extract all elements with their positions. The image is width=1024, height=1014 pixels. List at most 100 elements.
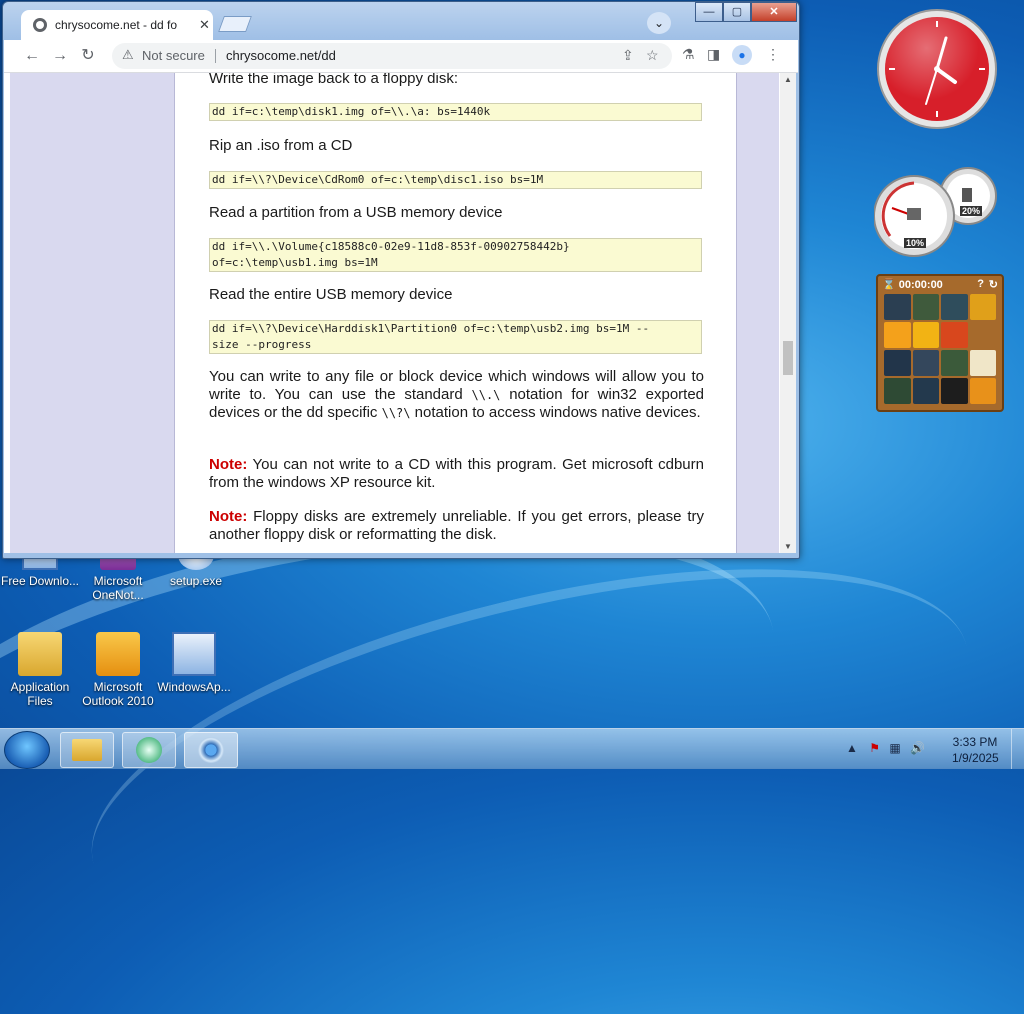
close-button[interactable]: ✕ — [751, 2, 797, 22]
text: Floppy disks are extremely unreliable. I… — [209, 508, 704, 543]
date-text: 1/9/2025 — [952, 751, 999, 765]
text: notation to access windows native device… — [410, 404, 701, 421]
taskbar: ▲ ⚑ ▦ 🔊 3:33 PM 1/9/2025 — [0, 728, 1024, 769]
page-content: Write the image back to a floppy disk: d… — [4, 73, 780, 553]
puzzle-tile[interactable] — [912, 350, 939, 376]
side-panel-icon[interactable]: ◨ — [707, 46, 720, 63]
note-label: Note: — [209, 456, 248, 473]
note-floppy: Note: Floppy disks are extremely unrelia… — [209, 508, 704, 544]
divider — [215, 49, 216, 63]
vertical-scrollbar[interactable]: ▲ ▼ — [780, 73, 796, 553]
inline-code: \\?\ — [381, 406, 411, 420]
code-block: dd if=\\?\Device\CdRom0 of=c:\temp\disc1… — [209, 171, 702, 189]
start-button[interactable] — [4, 731, 50, 769]
puzzle-tile[interactable] — [969, 294, 996, 320]
bookmark-star-icon[interactable]: ☆ — [646, 47, 659, 64]
outlook-icon — [96, 632, 140, 676]
note-cd: Note: You can not write to a CD with thi… — [209, 456, 704, 492]
puzzle-tile[interactable] — [969, 378, 996, 404]
taskbar-chrome[interactable] — [184, 732, 238, 768]
scroll-up-arrow-icon[interactable]: ▲ — [784, 75, 792, 84]
tab-title: chrysocome.net - dd fo — [55, 18, 178, 32]
text: You can not write to a CD with this prog… — [209, 456, 704, 491]
show-hidden-icons-icon[interactable]: ▲ — [846, 741, 858, 755]
desktop-icon-outlook[interactable]: Microsoft Outlook 2010 — [78, 632, 158, 708]
forward-arrow-icon[interactable]: → — [48, 44, 72, 68]
puzzle-tile[interactable] — [884, 350, 911, 376]
show-desktop-button[interactable] — [1011, 729, 1024, 769]
puzzle-tile[interactable] — [941, 378, 968, 404]
puzzle-empty-slot[interactable] — [969, 322, 996, 348]
minimize-button[interactable]: — — [695, 2, 723, 22]
puzzle-tile[interactable] — [941, 322, 968, 348]
warning-triangle-icon[interactable]: ⚠ — [122, 47, 134, 63]
profile-avatar-icon[interactable]: ● — [732, 45, 752, 65]
puzzle-tile[interactable] — [884, 294, 911, 320]
security-status[interactable]: Not secure — [142, 48, 205, 63]
network-icon[interactable]: ▦ — [889, 741, 900, 755]
code-block: dd if=\\.\Volume{c18588c0-02e9-11d8-853f… — [209, 238, 702, 272]
puzzle-tile[interactable] — [912, 322, 939, 348]
puzzle-tile[interactable] — [941, 350, 968, 376]
paragraph-write-any: You can write to any file or block devic… — [209, 368, 704, 422]
folder-icon — [18, 632, 62, 676]
puzzle-tile[interactable] — [912, 294, 939, 320]
puzzle-tile[interactable] — [941, 294, 968, 320]
puzzle-tile[interactable] — [912, 378, 939, 404]
new-tab-button[interactable] — [218, 16, 252, 32]
paragraph: Rip an .iso from a CD — [209, 137, 353, 154]
address-bar[interactable]: ⚠ Not secure chrysocome.net/dd ⇪ ☆ — [112, 43, 672, 69]
desktop-icon-label: Microsoft OneNot... — [92, 574, 144, 602]
help-icon[interactable]: ? — [977, 278, 984, 290]
maximize-button[interactable]: ▢ — [723, 2, 751, 22]
right-column — [736, 73, 779, 553]
tab-close-icon[interactable]: ✕ — [199, 17, 210, 33]
time-text: 3:33 PM — [952, 735, 998, 749]
taskbar-explorer[interactable] — [60, 732, 114, 768]
puzzle-tile[interactable] — [884, 322, 911, 348]
paragraph: Write the image back to a floppy disk: — [209, 73, 459, 87]
puzzle-tile[interactable] — [969, 350, 996, 376]
cpu-meter-gadget[interactable]: 10% 20% — [873, 166, 1000, 258]
desktop-icon-application-files[interactable]: Application Files — [0, 632, 80, 708]
desktop-icon-windowsapp[interactable]: WindowsAp... — [154, 632, 234, 694]
clock-tray[interactable]: 3:33 PM 1/9/2025 — [952, 734, 999, 766]
scrollbar-thumb[interactable] — [783, 341, 793, 375]
back-arrow-icon[interactable]: ← — [20, 44, 44, 68]
puzzle-tile[interactable] — [884, 378, 911, 404]
hourglass-icon: ⌛ — [882, 279, 896, 291]
action-center-flag-icon[interactable]: ⚑ — [869, 741, 880, 755]
desktop-icon-label: setup.exe — [169, 574, 223, 588]
folder-icon — [72, 739, 102, 761]
desktop-icon-label: Free Downlo... — [0, 574, 80, 588]
system-tray: ▲ ⚑ ▦ 🔊 — [846, 741, 925, 755]
puzzle-timer: ⌛ 00:00:00 ? ↻ — [882, 278, 998, 292]
menu-kebab-icon[interactable]: ⋮ — [766, 46, 780, 63]
desktop-icon-label: Microsoft Outlook 2010 — [82, 680, 154, 708]
browser-toolbar: ← → ↻ ⚠ Not secure chrysocome.net/dd ⇪ ☆… — [4, 40, 798, 73]
code-block: dd if=\\?\Device\Harddisk1\Partition0 of… — [209, 320, 702, 354]
note-label: Note: — [209, 508, 248, 525]
desktop-icon-label: WindowsAp... — [157, 680, 231, 694]
browser-window: chrysocome.net - dd fo ✕ ⌄ — ▢ ✕ ← → ↻ ⚠… — [2, 1, 800, 559]
clock-gadget[interactable] — [876, 8, 998, 130]
desktop-icon-label: Application Files — [10, 680, 70, 708]
url-text[interactable]: chrysocome.net/dd — [226, 48, 336, 63]
extensions-icon[interactable]: ⚗ — [682, 46, 695, 63]
scroll-down-arrow-icon[interactable]: ▼ — [784, 542, 792, 551]
shuffle-icon[interactable]: ↻ — [989, 278, 998, 291]
puzzle-grid[interactable] — [884, 294, 996, 404]
picture-puzzle-gadget[interactable]: ⌛ 00:00:00 ? ↻ — [876, 274, 1004, 412]
tab-search-button[interactable]: ⌄ — [647, 12, 671, 34]
tab-chrysocome[interactable]: chrysocome.net - dd fo ✕ — [21, 10, 213, 40]
share-icon[interactable]: ⇪ — [622, 47, 634, 64]
volume-icon[interactable]: 🔊 — [910, 741, 925, 755]
left-column — [10, 73, 175, 553]
reload-icon[interactable]: ↻ — [76, 44, 100, 68]
inline-code: \\.\ — [471, 388, 501, 402]
browser-icon — [198, 737, 224, 763]
taskbar-app[interactable] — [122, 732, 176, 768]
app-icon — [136, 737, 162, 763]
cpu-usage: 10% — [904, 238, 927, 248]
memory-usage: 20% — [960, 206, 983, 216]
